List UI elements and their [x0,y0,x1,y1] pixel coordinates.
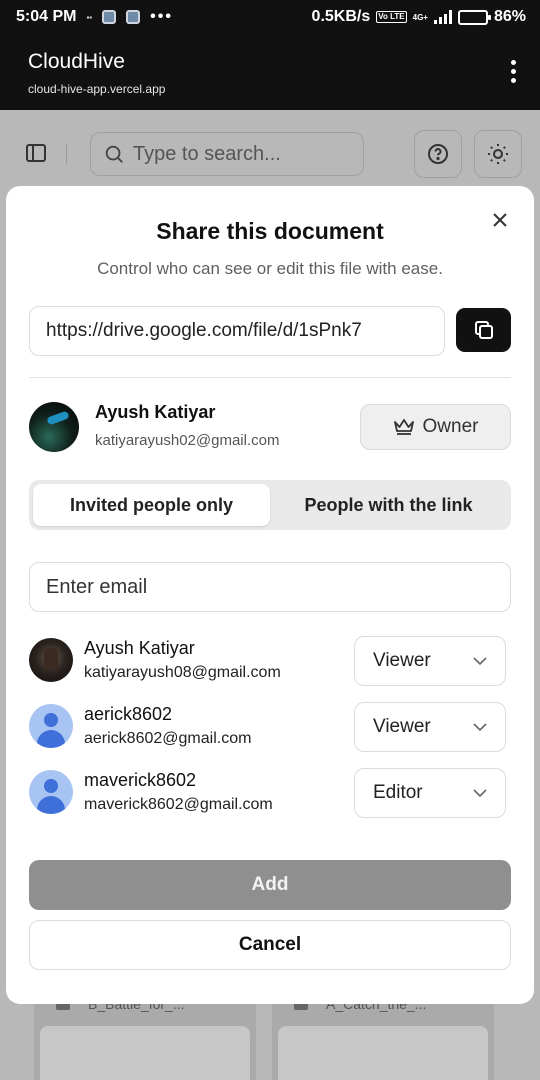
copy-link-button[interactable] [456,308,511,352]
divider [29,377,511,378]
avatar [29,402,79,452]
person-name: Ayush Katiyar [84,638,195,658]
toolbar-divider [66,144,67,164]
status-time: 5:04 PM [16,8,77,25]
list-item: maverick8602 maverick8602@gmail.com Edit… [29,768,511,818]
network-type: 4G+ [412,12,428,22]
sun-icon [488,144,508,164]
cancel-button[interactable]: Cancel [29,920,511,970]
app-title: CloudHive [28,50,125,73]
document-preview [40,1026,250,1080]
app-notification-icon-2 [126,10,141,24]
notification-icon: ▪▪ [86,12,93,22]
owner-email: katiyarayush02@gmail.com [95,432,280,449]
person-email: katiyarayush08@gmail.com [84,664,281,681]
theme-toggle-button[interactable] [474,130,522,178]
more-options-icon[interactable] [511,60,516,83]
battery-icon [457,9,491,25]
status-left: 5:04 PM ▪▪ ••• [16,8,173,26]
role-value: Editor [373,782,423,803]
battery-percent: 86% [493,8,526,25]
email-input[interactable] [29,562,511,612]
user-icon [29,770,73,814]
search-box[interactable]: Type to search... [90,132,364,176]
list-item: Ayush Katiyar katiyarayush08@gmail.com V… [29,636,511,686]
sidebar-toggle-icon[interactable] [26,144,46,162]
crown-icon [393,419,414,435]
app-url: cloud-hive-app.vercel.app [28,82,166,96]
document-preview [278,1026,488,1080]
owner-badge-label: Owner [422,416,479,437]
dialog-subtitle: Control who can see or edit this file wi… [97,259,443,278]
role-value: Viewer [373,716,431,737]
person-email: maverick8602@gmail.com [84,796,273,813]
share-dialog: Share this document Control who can see … [6,186,534,1004]
avatar [29,638,73,682]
owner-badge: Owner [360,404,511,450]
app-notification-icon [102,10,117,24]
chevron-down-icon [473,789,487,798]
owner-row: Ayush Katiyar katiyarayush02@gmail.com O… [29,400,511,452]
user-icon [29,704,73,748]
role-value: Viewer [373,650,431,671]
help-icon [428,144,448,164]
status-bar: 5:04 PM ▪▪ ••• 0.5KB/s Vo LTE 4G+ 86% [0,0,540,34]
status-right: 0.5KB/s Vo LTE 4G+ 86% [312,8,526,26]
more-notifications-icon: ••• [150,8,173,25]
share-link-field[interactable]: https://drive.google.com/file/d/1sPnk7 [29,306,445,356]
role-select[interactable]: Editor [354,768,506,818]
copy-icon [474,321,493,339]
tab-people-with-link[interactable]: People with the link [270,484,507,526]
chevron-down-icon [473,657,487,666]
app-bar: CloudHive cloud-hive-app.vercel.app [0,34,540,110]
role-select[interactable]: Viewer [354,702,506,752]
help-button[interactable] [414,130,462,178]
chevron-down-icon [473,723,487,732]
dialog-title: Share this document [156,218,384,244]
add-button[interactable]: Add [29,860,511,910]
network-speed: 0.5KB/s [311,8,371,25]
volte-icon: Vo LTE [376,11,407,23]
person-email: aerick8602@gmail.com [84,730,252,747]
signal-icon [433,10,452,24]
role-select[interactable]: Viewer [354,636,506,686]
search-icon [105,145,123,163]
access-toggle: Invited people only People with the link [29,480,511,530]
person-name: aerick8602 [84,704,173,724]
list-item: aerick8602 aerick8602@gmail.com Viewer [29,702,511,752]
search-placeholder: Type to search... [133,142,281,165]
background-toolbar: Type to search... [0,130,540,178]
tab-invited-only[interactable]: Invited people only [33,484,270,526]
person-name: maverick8602 [84,770,197,790]
owner-name: Ayush Katiyar [95,402,216,422]
